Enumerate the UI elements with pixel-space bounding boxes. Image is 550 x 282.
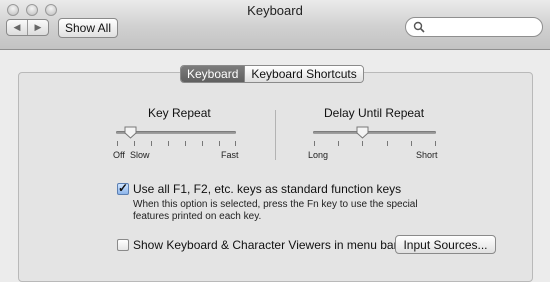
delay-until-repeat-slider-knob[interactable]	[356, 126, 369, 139]
delay-long-label: Long	[308, 150, 329, 160]
function-keys-description-line1: When this option is selected, press the …	[133, 199, 418, 210]
tab-keyboard-shortcuts[interactable]: Keyboard Shortcuts	[244, 66, 363, 82]
function-keys-description-line2: features printed on each key.	[133, 211, 262, 222]
delay-until-repeat-slider[interactable]	[313, 131, 436, 134]
key-repeat-label: Key Repeat	[148, 106, 211, 120]
title-bar: Keyboard ◀ ▶ Show All	[0, 0, 550, 50]
key-repeat-slider-knob[interactable]	[124, 126, 137, 139]
key-repeat-off-label: Off	[113, 150, 125, 160]
delay-until-repeat-label: Delay Until Repeat	[324, 106, 425, 120]
show-all-button[interactable]: Show All	[58, 18, 118, 38]
forward-arrow-icon[interactable]: ▶	[27, 20, 48, 35]
delay-short-label: Short	[416, 150, 438, 160]
slider-divider	[275, 110, 276, 160]
keyboard-viewers-label[interactable]: Show Keyboard & Character Viewers in men…	[133, 238, 398, 252]
key-repeat-fast-label: Fast	[221, 150, 239, 160]
window-title: Keyboard	[247, 3, 303, 18]
tab-bar: Keyboard Keyboard Shortcuts	[180, 65, 364, 83]
function-keys-checkbox[interactable]	[117, 181, 129, 195]
search-icon	[413, 21, 425, 33]
key-repeat-slow-label: Slow	[130, 150, 150, 160]
function-keys-label[interactable]: Use all F1, F2, etc. keys as standard fu…	[133, 182, 401, 196]
back-arrow-icon[interactable]: ◀	[7, 20, 27, 35]
keyboard-viewers-checkbox[interactable]	[117, 239, 129, 251]
back-forward-control: ◀ ▶	[6, 19, 49, 36]
search-field[interactable]	[405, 17, 543, 37]
tab-keyboard[interactable]: Keyboard	[181, 66, 245, 82]
input-sources-button[interactable]: Input Sources...	[395, 235, 496, 254]
